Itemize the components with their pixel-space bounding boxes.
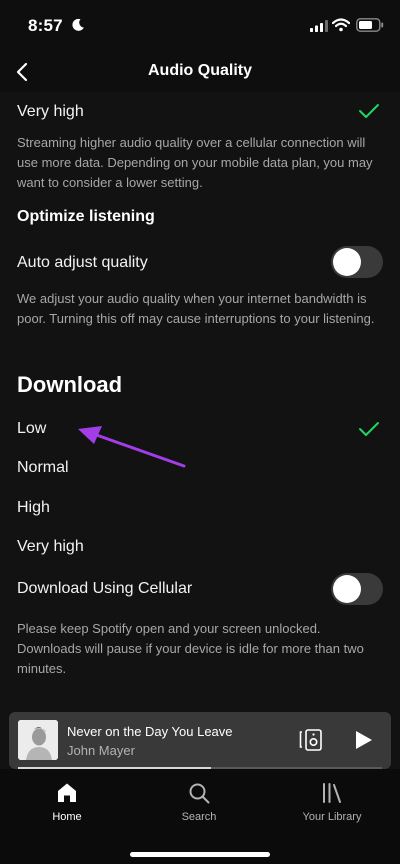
download-option-high[interactable]: High [17,499,50,517]
settings-list: Very high Streaming higher audio quality… [0,92,400,708]
tab-label-your-library: Your Library [302,811,362,823]
cellular-streaming-note: Streaming higher audio quality over a ce… [17,135,373,190]
home-icon [58,783,76,802]
auto-adjust-note: We adjust your audio quality when your i… [17,291,375,326]
wifi-icon [332,18,350,32]
nav-header: Audio Quality [0,52,400,92]
optimize-section-title: Optimize listening [17,208,155,225]
download-cellular-label: Download Using Cellular [17,580,193,597]
download-cellular-toggle[interactable] [331,573,383,605]
streaming-option-very-high[interactable]: Very high [17,103,84,121]
page-title: Audio Quality [148,62,252,79]
checkmark-icon [359,104,379,118]
download-option-low[interactable]: Low [17,420,46,438]
home-indicator [130,852,270,857]
play-icon[interactable] [352,729,374,751]
tab-label-search: Search [181,811,217,823]
status-bar: 8:57 [0,0,400,52]
tab-label-home: Home [52,811,82,823]
auto-adjust-toggle[interactable] [331,246,383,278]
tab-your-library[interactable]: Your Library [282,781,382,841]
search-icon [189,783,210,804]
tab-search[interactable]: Search [149,781,249,841]
library-icon [323,783,341,803]
download-section-title: Download [17,372,123,397]
mini-player[interactable]: Never on the Day You Leave John Mayer [9,712,391,769]
auto-adjust-label: Auto adjust quality [17,254,148,271]
app-screen: 8:57 Audio Quality Very high Streaming h… [0,0,400,864]
annotation-arrow [78,426,186,468]
checkmark-icon [359,422,379,436]
download-option-very-high[interactable]: Very high [17,538,84,556]
now-playing-title: Never on the Day You Leave [67,724,233,739]
download-option-normal[interactable]: Normal [17,459,69,477]
toggle-knob [333,248,361,276]
moon-icon [72,18,84,31]
signal-icon [310,20,328,32]
now-playing-artist: John Mayer [67,743,135,758]
album-art-image [18,720,58,760]
tab-home[interactable]: Home [17,781,117,841]
connect-device-icon[interactable] [299,728,325,752]
toggle-knob [333,575,361,603]
tab-bar: Home Search Your Library [0,769,400,864]
album-cover [18,720,58,760]
download-cellular-note: Please keep Spotify open and your screen… [17,621,364,676]
battery-icon [356,18,384,32]
status-time: 8:57 [28,16,63,35]
